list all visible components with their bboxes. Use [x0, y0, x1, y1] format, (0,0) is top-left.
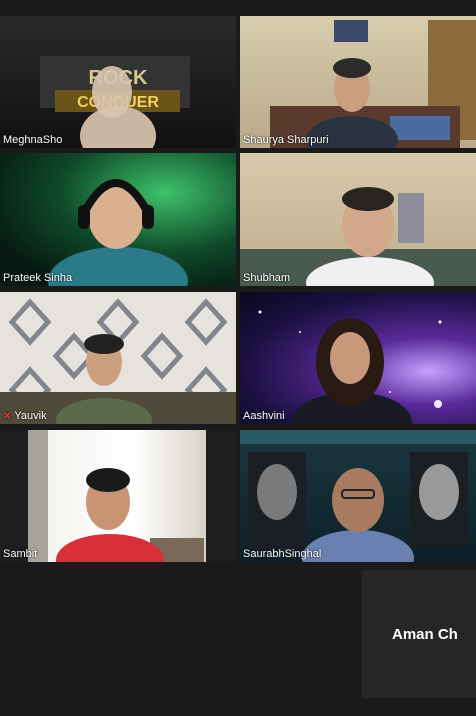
- video-tile-saurabh[interactable]: SaurabhSinghal: [240, 430, 476, 562]
- participant-name: SaurabhSinghal: [243, 548, 322, 560]
- space-background-scene: [258, 310, 442, 424]
- video-tile-sambit[interactable]: Sambit: [0, 430, 236, 562]
- participant-name: Aashvini: [243, 410, 285, 422]
- self-view-name: Aman Ch: [392, 626, 458, 643]
- patterned-wall-scene: [0, 298, 236, 424]
- mic-muted-icon: ✕: [3, 411, 12, 422]
- room-scene: [240, 187, 476, 286]
- participant-name: Shubham: [243, 272, 291, 284]
- video-tile-shubham[interactable]: Shubham: [240, 153, 476, 286]
- participant-name: Shaurya Sharpuri: [243, 134, 329, 146]
- virtual-background: ROCK CONQUER: [40, 56, 190, 148]
- video-tile-aashvini[interactable]: Aashvini: [240, 292, 476, 424]
- participant-name: Sambit: [3, 548, 38, 560]
- participant-name-text: Yauvik: [14, 410, 47, 422]
- video-tile-meghna[interactable]: ROCK CONQUER MeghnaSho: [0, 16, 236, 148]
- participant-name: ✕ Yauvik: [3, 410, 47, 422]
- poster-background-scene: [240, 430, 476, 562]
- participant-name: MeghnaSho: [3, 134, 63, 146]
- video-tile-prateek[interactable]: Prateek Sinha: [0, 153, 236, 286]
- self-view-tile[interactable]: Aman Ch: [362, 570, 476, 698]
- room-scene: [28, 430, 204, 562]
- video-tile-shaurya[interactable]: Shaurya Sharpuri: [240, 16, 476, 148]
- video-tile-yauvik[interactable]: ✕ Yauvik: [0, 292, 236, 424]
- room-scene: [270, 20, 476, 148]
- participant-name: Prateek Sinha: [3, 272, 73, 284]
- person-with-headphones: [48, 179, 188, 286]
